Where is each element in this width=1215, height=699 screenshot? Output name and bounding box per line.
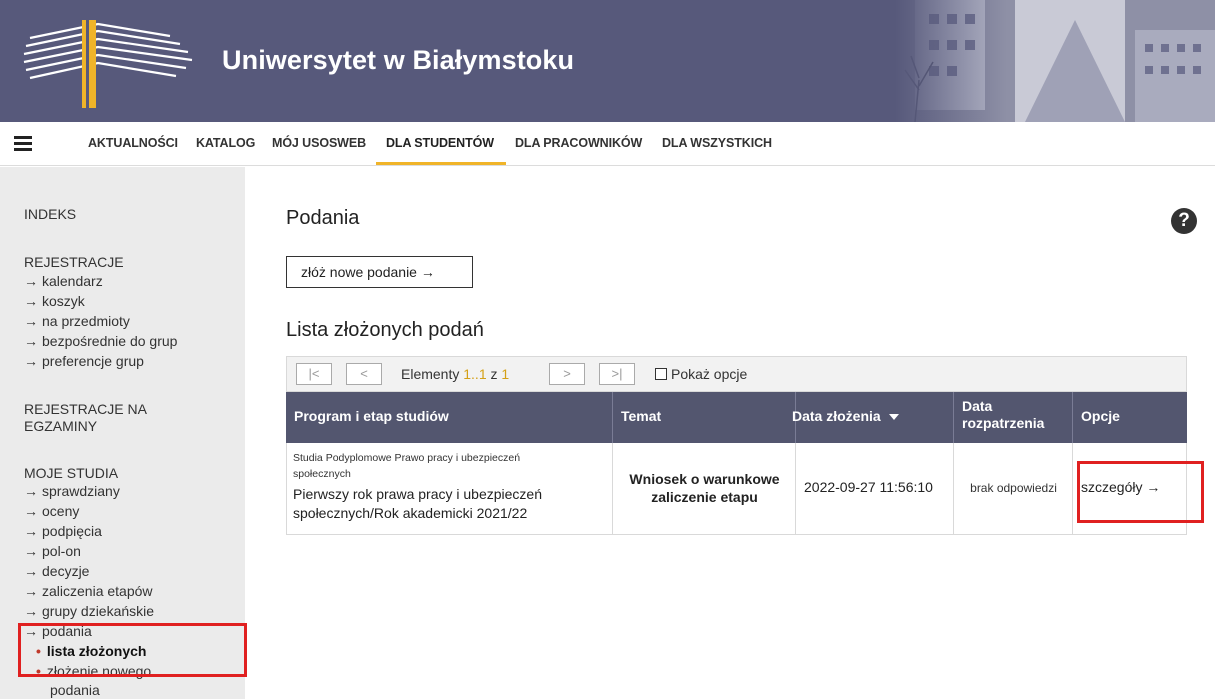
arrow-right-icon: → bbox=[24, 353, 38, 369]
sidebar-item-kalendarz[interactable]: → kalendarz bbox=[24, 273, 103, 289]
col-header-opcje: Opcje bbox=[1073, 392, 1187, 443]
sidebar-subitem-zlozenie-nowego-cont[interactable]: podania bbox=[50, 682, 100, 698]
menu-dla-wszystkich[interactable]: DLA WSZYSTKICH bbox=[662, 136, 772, 150]
sidebar-item-oceny[interactable]: → oceny bbox=[24, 503, 79, 519]
campus-building-image bbox=[895, 0, 1215, 122]
sidebar-item-grupy-dziekanskie[interactable]: → grupy dziekańskie bbox=[24, 603, 154, 619]
menu-moj-usosweb[interactable]: MÓJ USOSWEB bbox=[272, 136, 366, 150]
new-application-button[interactable]: złóż nowe podanie → bbox=[286, 256, 473, 288]
cell-program: Studia Podyplomowe Prawo pracy i ubezpie… bbox=[286, 443, 613, 535]
show-options-label[interactable]: Pokaż opcje bbox=[671, 366, 747, 382]
header-banner: Uniwersytet w Białymstoku bbox=[0, 0, 1215, 122]
sidebar-item-na-przedmioty[interactable]: → na przedmioty bbox=[24, 313, 130, 329]
sidebar-item-koszyk[interactable]: → koszyk bbox=[24, 293, 85, 309]
sidebar-item-preferencje[interactable]: → preferencje grup bbox=[24, 353, 144, 369]
sidebar-highlight-box bbox=[18, 623, 247, 677]
sidebar-moje-studia[interactable]: MOJE STUDIA bbox=[24, 465, 118, 482]
menu-aktualnosci[interactable]: AKTUALNOŚCI bbox=[88, 136, 178, 150]
help-icon[interactable]: ? bbox=[1171, 208, 1197, 234]
hamburger-menu-icon[interactable] bbox=[14, 136, 32, 152]
arrow-right-icon: → bbox=[24, 603, 38, 619]
page-title: Podania bbox=[286, 207, 360, 229]
menu-dla-studentow[interactable]: DLA STUDENTÓW bbox=[386, 136, 494, 150]
arrow-right-icon: → bbox=[24, 483, 38, 499]
last-page-button[interactable]: >| bbox=[599, 363, 635, 385]
arrow-right-icon: → bbox=[24, 293, 38, 309]
arrow-right-icon: → bbox=[24, 523, 38, 539]
sidebar-rejestracje[interactable]: REJESTRACJE bbox=[24, 254, 124, 271]
arrow-right-icon: → bbox=[24, 503, 38, 519]
show-options-checkbox[interactable] bbox=[655, 368, 667, 380]
arrow-right-icon: → bbox=[24, 313, 38, 329]
arrow-right-icon: → bbox=[24, 333, 38, 349]
sort-desc-icon bbox=[888, 414, 899, 421]
cell-data-rozpatrzenia: brak odpowiedzi bbox=[954, 443, 1073, 535]
sidebar-item-zaliczenia-etapow[interactable]: → zaliczenia etapów bbox=[24, 583, 153, 599]
site-title[interactable]: Uniwersytet w Białymstoku bbox=[222, 45, 574, 76]
pagination-bar: |< < Elementy 1..1 z 1 > >| Pokaż opcje bbox=[286, 356, 1187, 392]
sidebar-item-podpiecia[interactable]: → podpięcia bbox=[24, 523, 102, 539]
menu-dla-pracownikow[interactable]: DLA PRACOWNIKÓW bbox=[515, 136, 642, 150]
section-title: Lista złożonych podań bbox=[286, 319, 484, 341]
arrow-right-icon: → bbox=[24, 563, 38, 579]
sidebar-item-pol-on[interactable]: → pol-on bbox=[24, 543, 81, 559]
arrow-right-icon: → bbox=[24, 273, 38, 289]
options-highlight-box bbox=[1077, 461, 1204, 523]
sidebar-item-bezposrednie[interactable]: → bezpośrednie do grup bbox=[24, 333, 177, 349]
sidebar-rejestracje-egzaminy[interactable]: REJESTRACJE NA EGZAMINY bbox=[24, 401, 147, 435]
main-menu: AKTUALNOŚCI KATALOG MÓJ USOSWEB DLA STUD… bbox=[0, 122, 1215, 166]
col-header-data-zlozenia[interactable]: Data złożenia bbox=[792, 392, 954, 443]
sidebar-item-sprawdziany[interactable]: → sprawdziany bbox=[24, 483, 120, 499]
active-menu-indicator bbox=[376, 162, 506, 165]
cell-temat: Wniosek o warunkowe zaliczenie etapu bbox=[613, 443, 796, 535]
first-page-button[interactable]: |< bbox=[296, 363, 332, 385]
arrow-right-icon: → bbox=[24, 543, 38, 559]
col-header-data-rozpatrzenia: Data rozpatrzenia bbox=[954, 392, 1073, 443]
next-page-button[interactable]: > bbox=[549, 363, 585, 385]
prev-page-button[interactable]: < bbox=[346, 363, 382, 385]
arrow-right-icon: → bbox=[24, 583, 38, 599]
university-logo[interactable] bbox=[20, 14, 200, 112]
sidebar-item-decyzje[interactable]: → decyzje bbox=[24, 563, 89, 579]
col-header-program: Program i etap studiów bbox=[286, 392, 613, 443]
col-header-temat: Temat bbox=[613, 392, 796, 443]
pagination-info: Elementy 1..1 z 1 bbox=[401, 366, 510, 382]
cell-data-zlozenia: 2022-09-27 11:56:10 bbox=[796, 443, 954, 535]
sidebar-indeks[interactable]: INDEKS bbox=[24, 206, 76, 223]
menu-katalog[interactable]: KATALOG bbox=[196, 136, 255, 150]
